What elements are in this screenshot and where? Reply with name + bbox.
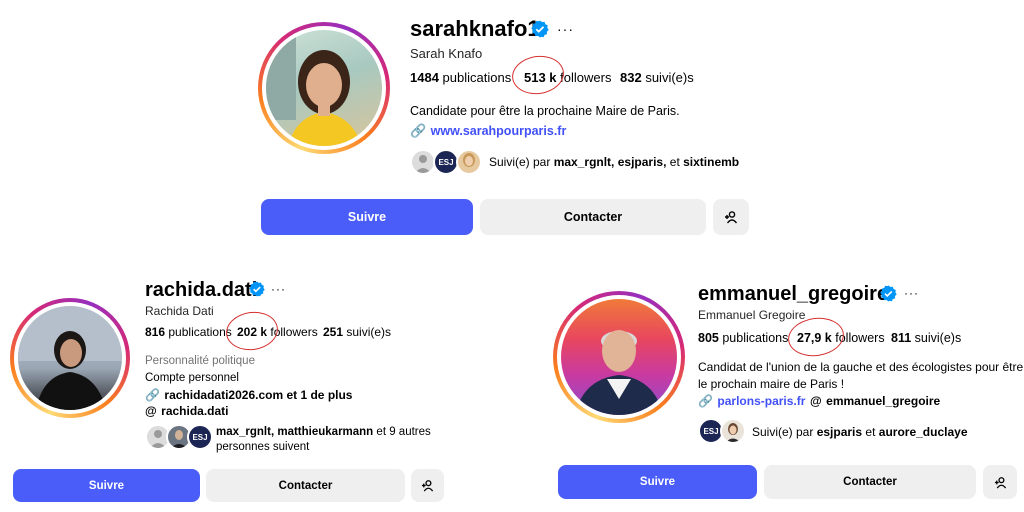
username: rachida.dati xyxy=(145,279,258,301)
full-name: Sarah Knafo xyxy=(410,46,483,61)
following-count: 811 xyxy=(891,331,912,345)
publications-label: publications xyxy=(442,70,512,85)
followers-label: followers xyxy=(560,70,612,85)
full-name: Emmanuel Gregoire xyxy=(698,308,806,322)
link-icon: 🔗 xyxy=(698,394,713,408)
following-count: 251 xyxy=(323,325,344,339)
following-label: suivi(e)s xyxy=(346,325,392,339)
verified-icon xyxy=(880,285,897,302)
contact-button[interactable]: Contacter xyxy=(480,199,706,235)
more-options-icon[interactable]: ··· xyxy=(904,286,919,300)
stats-row: 816 publications xyxy=(145,325,232,339)
avatar xyxy=(561,299,677,415)
following-stat[interactable]: 251 suivi(e)s xyxy=(323,325,391,339)
link-icon: 🔗 xyxy=(145,388,160,402)
annotation-circle xyxy=(223,308,281,354)
annotation-circle xyxy=(509,52,567,98)
suggest-users-button[interactable] xyxy=(983,465,1017,499)
bio: Candidat de l'union de la gauche et des … xyxy=(698,360,1024,391)
website-link[interactable]: 🔗 parlons-paris.fr xyxy=(698,392,805,410)
link-icon: 🔗 xyxy=(410,123,427,138)
avatar xyxy=(266,30,382,146)
esjparis-avatar: ESJ xyxy=(187,424,213,450)
username: emmanuel_gregoire xyxy=(698,283,889,305)
more-options-icon[interactable]: ··· xyxy=(557,21,574,37)
following-count: 832 xyxy=(620,70,642,85)
category: Personnalité politique xyxy=(145,355,255,367)
followed-by-text[interactable]: Suivi(e) par esjparis et aurore_duclaye xyxy=(752,425,968,439)
contact-button[interactable]: Contacter xyxy=(206,469,405,502)
stats-row: 1484 publications xyxy=(410,70,511,85)
publications-label: publications xyxy=(722,331,789,345)
follow-button[interactable]: Suivre xyxy=(558,465,757,499)
avatar-ring[interactable] xyxy=(553,291,685,423)
website-link[interactable]: 🔗 www.sarahpourparis.fr xyxy=(410,122,566,140)
threads-icon: @ xyxy=(145,404,157,418)
avatar-ring[interactable] xyxy=(10,298,130,418)
add-person-icon xyxy=(725,211,738,224)
threads-link[interactable]: @ emmanuel_gregoire xyxy=(810,392,940,410)
username: sarahknafo1 xyxy=(410,16,540,41)
bio: Compte personnel xyxy=(145,372,239,384)
more-options-icon[interactable]: ··· xyxy=(271,282,286,296)
contact-button[interactable]: Contacter xyxy=(764,465,976,499)
add-person-icon xyxy=(994,476,1006,488)
follower-avatar xyxy=(456,149,482,175)
following-label: suivi(e)s xyxy=(645,70,694,85)
following-stat[interactable]: 832 suivi(e)s xyxy=(620,70,694,85)
follower-avatar xyxy=(720,418,746,444)
avatar xyxy=(18,306,122,410)
publications-count: 816 xyxy=(145,325,166,339)
publications-count: 1484 xyxy=(410,70,439,85)
avatar-ring[interactable] xyxy=(258,22,390,154)
followed-by-text[interactable]: max_rgnlt, matthieukarmann et 9 autres p… xyxy=(216,425,431,455)
full-name: Rachida Dati xyxy=(145,304,214,318)
follow-button[interactable]: Suivre xyxy=(261,199,473,235)
followed-by-text[interactable]: Suivi(e) par max_rgnlt, esjparis, et six… xyxy=(489,155,739,169)
threads-link[interactable]: @ rachida.dati xyxy=(145,402,229,420)
verified-icon xyxy=(249,281,265,297)
publications-count: 805 xyxy=(698,331,719,345)
suggest-users-button[interactable] xyxy=(713,199,749,235)
following-stat[interactable]: 811 suivi(e)s xyxy=(891,331,961,345)
threads-icon: @ xyxy=(810,394,822,408)
add-person-icon xyxy=(421,480,434,492)
suggest-users-button[interactable] xyxy=(411,469,444,502)
publications-label: publications xyxy=(168,325,232,339)
following-label: suivi(e)s xyxy=(914,331,962,345)
stats-row: 805 publications xyxy=(698,331,788,345)
verified-icon xyxy=(531,20,549,38)
bio: Candidate pour être la prochaine Maire d… xyxy=(410,104,680,118)
follow-button[interactable]: Suivre xyxy=(13,469,200,502)
